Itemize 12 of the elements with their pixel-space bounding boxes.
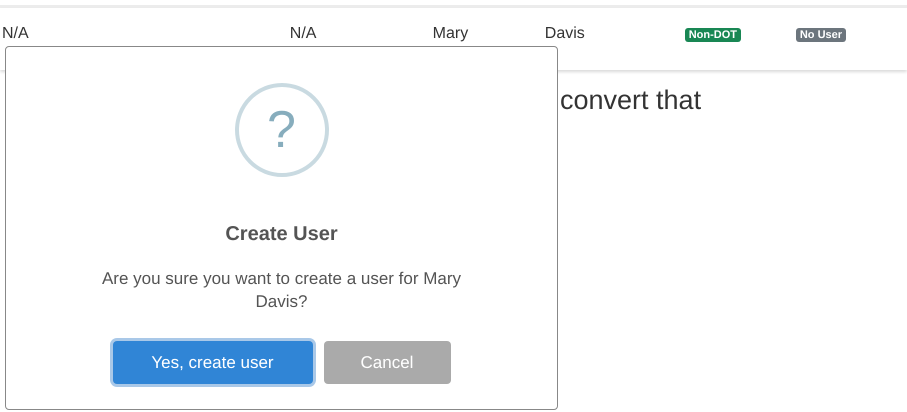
status-badge: Non-DOT — [684, 28, 741, 42]
dialog-title: Create User — [225, 222, 338, 247]
table-cell: Davis — [544, 25, 585, 42]
body-text: convert that — [560, 84, 702, 117]
question-icon: ? — [234, 83, 328, 177]
cancel-button[interactable]: Cancel — [324, 341, 450, 384]
table-cell: Mary — [432, 25, 468, 42]
status-badge: No User — [796, 28, 846, 42]
table-cell: N/A — [2, 25, 29, 42]
dialog-message: Are you sure you want to create a user for Mary Davis? — [100, 268, 462, 313]
table-cell: N/A — [290, 25, 316, 42]
confirm-button[interactable]: Yes, create user — [112, 341, 312, 384]
